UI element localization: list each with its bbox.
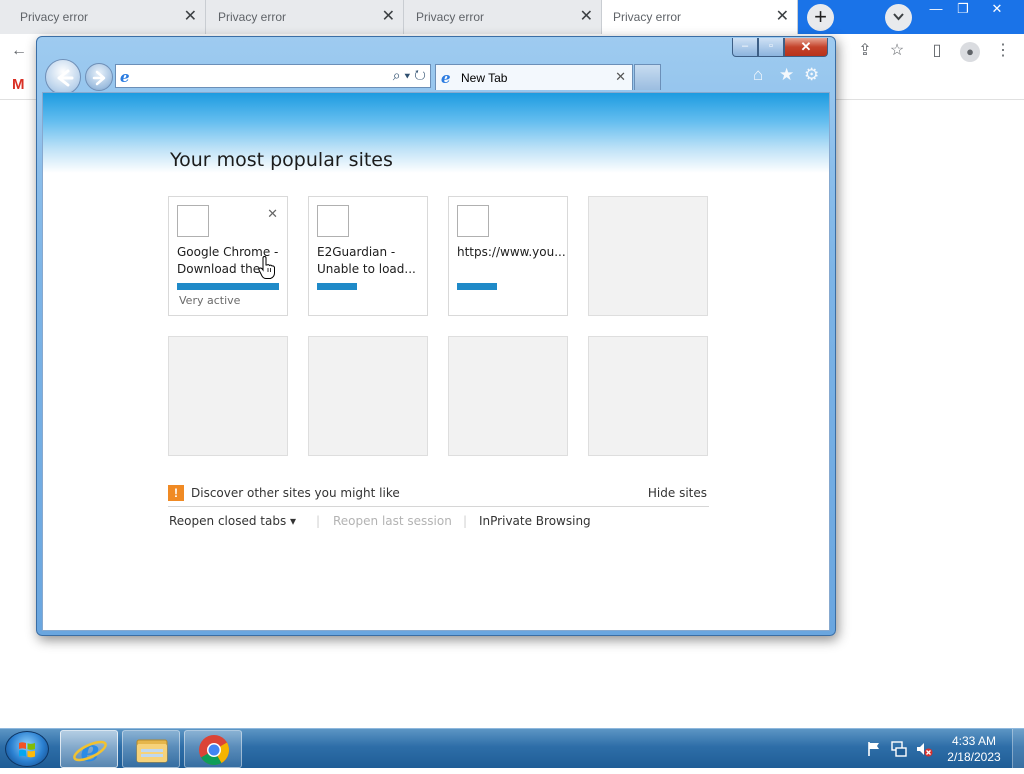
close-icon[interactable]: ✕: [382, 6, 395, 26]
chrome-tab-label: Privacy error: [20, 10, 89, 24]
empty-site-tile[interactable]: [308, 336, 428, 456]
discover-sites-bar: ! Discover other sites you might like Hi…: [168, 485, 709, 507]
header-gradient: [43, 93, 829, 173]
chrome-minimize-button[interactable]: —: [922, 0, 950, 20]
home-icon[interactable]: ⌂: [753, 65, 763, 85]
separator: |: [316, 514, 321, 528]
inprivate-browsing-link[interactable]: InPrivate Browsing: [479, 514, 591, 528]
ie-favicon-icon: e: [441, 69, 451, 87]
taskbar: e 4:33 AM 2/18/2023: [0, 728, 1024, 769]
chrome-tab-active[interactable]: Privacy error ✕: [602, 0, 798, 34]
separator: |: [463, 514, 468, 528]
chrome-tab-label: Privacy error: [416, 10, 485, 24]
svg-text:e: e: [80, 734, 99, 769]
site-thumbnail: [457, 205, 489, 237]
empty-site-tile[interactable]: [448, 336, 568, 456]
file-explorer-icon: [136, 739, 168, 763]
close-icon[interactable]: ✕: [580, 6, 593, 26]
gmail-icon[interactable]: M: [12, 76, 25, 93]
empty-site-tile[interactable]: [588, 196, 708, 316]
action-center-flag-icon[interactable]: [866, 741, 882, 757]
chrome-tab-label: Privacy error: [218, 10, 287, 24]
system-tray: [858, 737, 948, 761]
internet-explorer-window: – ▫ ✕ e ⌕ ▾ ↻ e New Tab ✕ ⌂ ★ ⚙ Your mos…: [36, 36, 836, 636]
suggested-sites-icon: !: [168, 485, 184, 501]
forward-arrow-icon: [92, 70, 106, 86]
site-tile[interactable]: https://www.you...: [448, 196, 568, 316]
discover-sites-link[interactable]: Discover other sites you might like: [191, 486, 400, 500]
clock-time: 4:33 AM: [951, 734, 997, 748]
activity-bar: [457, 283, 497, 290]
ie-back-button[interactable]: [45, 59, 81, 95]
empty-site-tile[interactable]: [168, 336, 288, 456]
clock-date: 2/18/2023: [947, 750, 1001, 764]
ie-maximize-button[interactable]: ▫: [758, 38, 784, 57]
chrome-tab[interactable]: Privacy error ✕: [0, 0, 206, 34]
activity-label: Very active: [179, 294, 241, 307]
close-icon[interactable]: ✕: [615, 69, 626, 85]
hide-sites-link[interactable]: Hide sites: [648, 486, 707, 500]
ie-new-tab-page: Your most popular sites ✕ Google Chrome …: [42, 92, 830, 631]
back-icon[interactable]: ←: [10, 42, 28, 60]
site-thumbnail: [177, 205, 209, 237]
hand-cursor-icon: [258, 256, 275, 279]
new-tab-button[interactable]: +: [807, 4, 834, 31]
ie-minimize-button[interactable]: –: [732, 38, 758, 57]
search-refresh-icon[interactable]: ⌕ ▾ ↻: [393, 67, 426, 84]
close-icon[interactable]: ✕: [776, 6, 789, 26]
favorites-star-icon[interactable]: ★: [779, 65, 794, 85]
empty-site-tile[interactable]: [588, 336, 708, 456]
close-icon[interactable]: ✕: [267, 206, 278, 222]
site-tile-name: E2Guardian - Unable to load...: [317, 245, 416, 276]
windows-logo-icon: [19, 742, 35, 758]
site-tile-name: https://www.you...: [457, 245, 566, 259]
profile-icon[interactable]: ●: [960, 42, 980, 62]
chrome-tab-label: Privacy error: [613, 10, 682, 24]
ie-caption-buttons: – ▫ ✕: [732, 38, 830, 57]
activity-bar: [177, 283, 279, 290]
chrome-tab[interactable]: Privacy error ✕: [206, 0, 404, 34]
chrome-icon: [199, 735, 230, 766]
ie-address-bar[interactable]: e ⌕ ▾ ↻: [115, 64, 431, 88]
gear-icon[interactable]: ⚙: [804, 65, 819, 85]
chrome-restore-button[interactable]: ❐: [950, 0, 976, 20]
ie-forward-button[interactable]: [85, 63, 113, 91]
volume-muted-icon[interactable]: [915, 740, 933, 758]
taskbar-chrome-button[interactable]: [184, 730, 242, 768]
back-arrow-icon: [57, 69, 74, 87]
chevron-down-icon: [893, 13, 904, 21]
ie-close-button[interactable]: ✕: [784, 38, 828, 57]
share-icon[interactable]: ⇪: [856, 42, 874, 60]
chrome-tab-strip: Privacy error ✕ Privacy error ✕ Privacy …: [0, 0, 1024, 34]
ie-tab-label: New Tab: [461, 71, 508, 85]
ie-tab-new-tab[interactable]: e New Tab ✕: [435, 64, 633, 90]
side-panel-icon[interactable]: ▯: [928, 42, 946, 60]
site-tile[interactable]: E2Guardian - Unable to load...: [308, 196, 428, 316]
tab-search-button[interactable]: [885, 4, 912, 31]
ie-new-tab-button[interactable]: [634, 64, 661, 90]
chrome-tab[interactable]: Privacy error ✕: [404, 0, 602, 34]
site-thumbnail: [317, 205, 349, 237]
reopen-closed-tabs-link[interactable]: Reopen closed tabs ▾: [169, 514, 296, 528]
chrome-close-button[interactable]: ✕: [980, 0, 1014, 20]
clock[interactable]: 4:33 AM 2/18/2023: [940, 733, 1008, 765]
activity-bar: [317, 283, 357, 290]
reopen-last-session-link[interactable]: Reopen last session: [333, 514, 452, 528]
show-desktop-button[interactable]: [1012, 729, 1024, 769]
network-icon[interactable]: [890, 740, 908, 758]
close-icon[interactable]: ✕: [184, 6, 197, 26]
menu-icon[interactable]: ⋮: [994, 42, 1012, 60]
ie-favicon-icon: e: [120, 68, 130, 86]
taskbar-ie-button[interactable]: e: [60, 730, 118, 769]
star-icon[interactable]: ☆: [888, 42, 906, 60]
internet-explorer-icon: e: [73, 734, 107, 769]
page-title: Your most popular sites: [170, 149, 393, 171]
start-button[interactable]: [5, 731, 49, 767]
taskbar-explorer-button[interactable]: [122, 730, 180, 768]
